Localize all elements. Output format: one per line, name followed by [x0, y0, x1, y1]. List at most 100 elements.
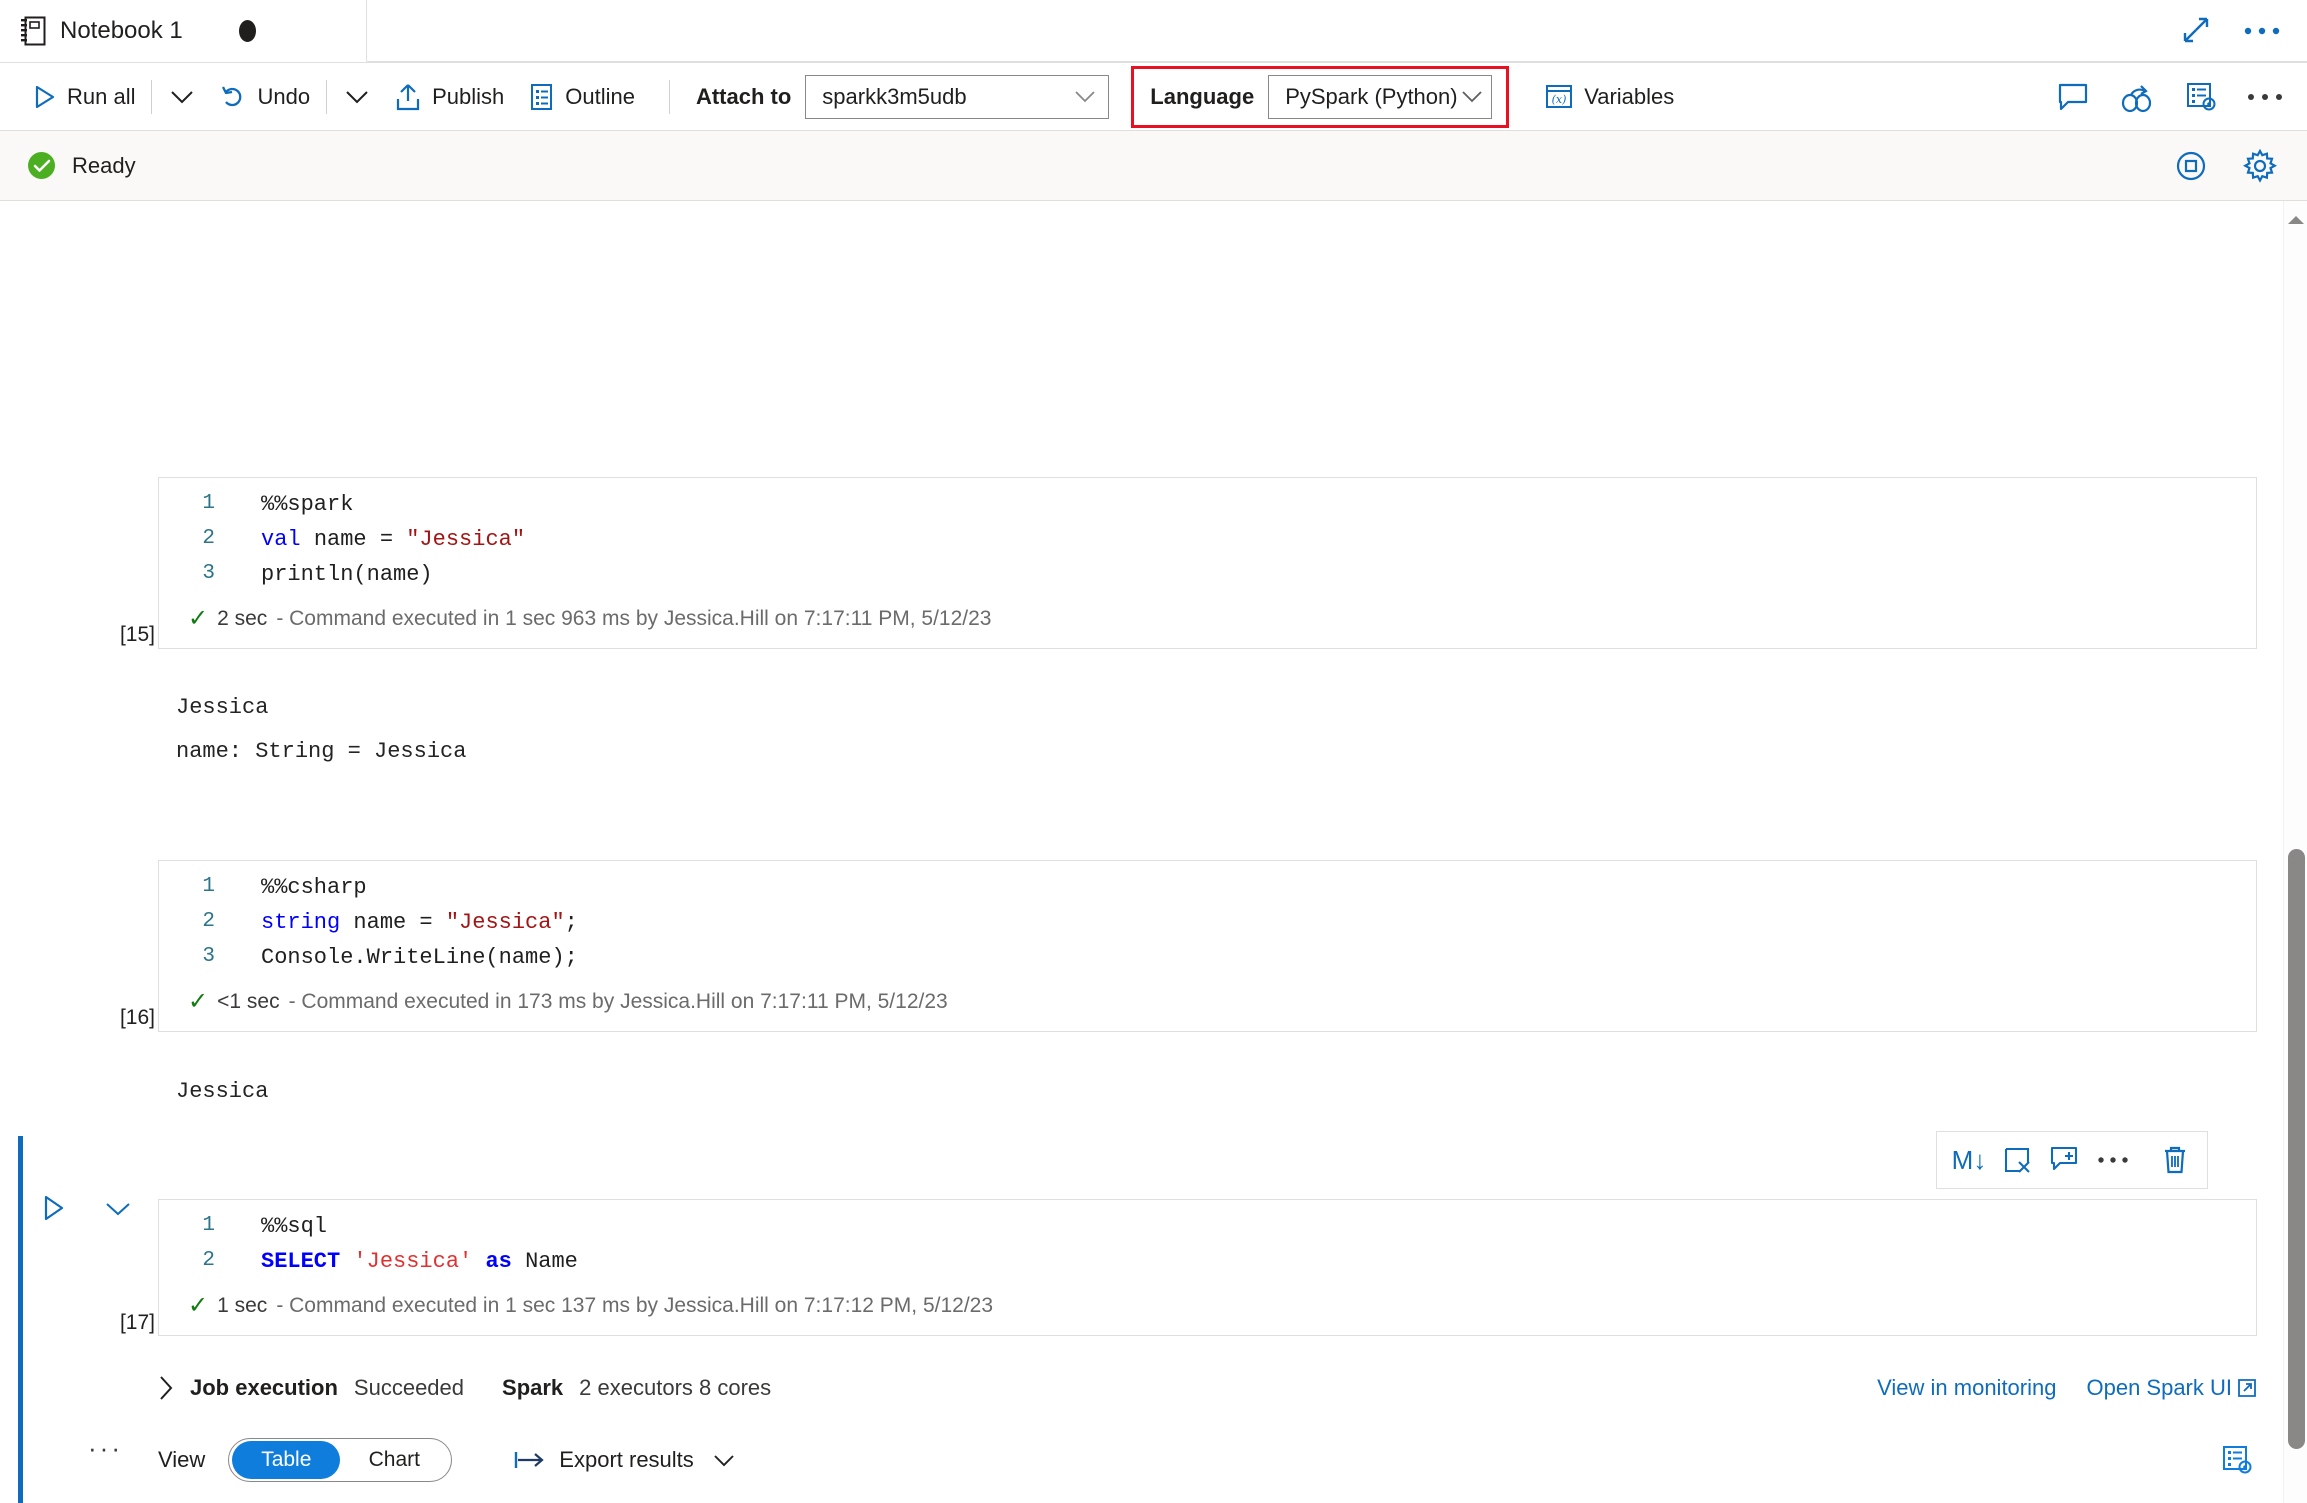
toolbar-divider	[326, 79, 328, 114]
line-number: 1	[202, 875, 215, 898]
attach-to-select[interactable]: sparkk3m5udb	[805, 74, 1110, 119]
more-icon[interactable]	[2243, 25, 2281, 37]
export-results-button[interactable]: Export results	[514, 1447, 735, 1473]
variables-button[interactable]: (x) Variables	[1533, 74, 1686, 120]
publish-button[interactable]: Publish	[383, 74, 516, 120]
monitoring-icon[interactable]	[2119, 81, 2155, 113]
cell-duration: 2 sec	[217, 607, 268, 630]
view-toggle-chart[interactable]: Chart	[340, 1441, 448, 1479]
language-label: Language	[1150, 83, 1255, 109]
cell-output-line: Jessica	[176, 695, 269, 720]
delete-cell-icon[interactable]	[2151, 1136, 2199, 1184]
outline-button[interactable]: Outline	[516, 74, 647, 120]
code-text: %%sql	[261, 1214, 328, 1239]
results-settings-icon[interactable]	[2221, 1445, 2253, 1475]
outline-icon	[528, 83, 554, 111]
cell-status-detail: - Command executed in 1 sec 137 ms by Je…	[276, 1294, 994, 1317]
line-number: 2	[202, 910, 215, 933]
play-icon	[34, 85, 56, 109]
job-execution-summary[interactable]: Job execution Succeeded Spark 2 executor…	[158, 1375, 771, 1401]
code-line: 1 %%csharp	[159, 875, 2256, 910]
tab-title: Notebook 1	[60, 16, 183, 44]
chevron-down-icon	[1461, 90, 1483, 103]
convert-to-markdown-icon[interactable]: M↓	[1945, 1136, 1993, 1184]
chevron-down-icon	[713, 1454, 735, 1467]
view-toggle-table[interactable]: Table	[232, 1441, 341, 1479]
add-comment-icon[interactable]	[2041, 1136, 2089, 1184]
line-number: 1	[202, 492, 215, 515]
expand-icon[interactable]	[2179, 16, 2209, 46]
job-engine-label: Spark	[502, 1375, 564, 1400]
code-text: Console.WriteLine(name);	[261, 945, 578, 970]
code-line: 2 string name = "Jessica";	[159, 910, 2256, 945]
code-text: %%spark	[261, 492, 354, 517]
scrollbar-thumb[interactable]	[2288, 849, 2305, 1449]
language-select[interactable]: PySpark (Python)	[1268, 74, 1493, 119]
success-check-icon: ✓	[188, 1292, 209, 1319]
code-area[interactable]: 1 %%spark 2 val name = "Jessica" 3 print…	[159, 478, 2256, 603]
active-cell-indicator	[18, 1136, 23, 1503]
success-check-icon: ✓	[188, 605, 209, 632]
success-check-icon: ✓	[188, 988, 209, 1015]
stop-session-icon[interactable]	[2175, 150, 2207, 182]
code-line: 3 Console.WriteLine(name);	[159, 945, 2256, 980]
convert-to-markdown-label: M↓	[1951, 1144, 1987, 1175]
more-icon[interactable]	[2247, 92, 2283, 102]
code-line: 1 %%sql	[159, 1214, 2256, 1249]
window-actions	[2179, 0, 2307, 62]
view-label: View	[158, 1447, 206, 1472]
view-toggle[interactable]: Table Chart	[228, 1438, 453, 1482]
variables-label: Variables	[1584, 83, 1675, 109]
job-execution-row: Job execution Succeeded Spark 2 executor…	[158, 1364, 2257, 1412]
tab-notebook-1[interactable]: Notebook 1	[0, 0, 367, 62]
line-number: 3	[202, 945, 215, 968]
export-icon	[514, 1449, 546, 1471]
undo-dropdown[interactable]	[331, 74, 383, 120]
view-in-monitoring-link[interactable]: View in monitoring	[1877, 1375, 2056, 1401]
code-line: 2 SELECT 'Jessica' as Name	[159, 1249, 2256, 1284]
external-link-icon[interactable]	[2237, 1378, 2257, 1398]
svg-text:(x): (x)	[1552, 93, 1567, 106]
code-text: string name = "Jessica";	[261, 910, 578, 935]
code-text: SELECT 'Jessica' as Name	[261, 1249, 578, 1274]
attach-to-label: Attach to	[695, 83, 792, 109]
toolbar-divider	[151, 79, 153, 114]
job-links: View in monitoring Open Spark UI	[1877, 1375, 2257, 1401]
cell-editor[interactable]: 1 %%sql 2 SELECT 'Jessica' as Name ✓ 1 s…	[158, 1199, 2257, 1336]
status-right	[2175, 148, 2307, 183]
clear-output-icon[interactable]	[1993, 1136, 2041, 1184]
gear-icon[interactable]	[2243, 148, 2277, 183]
undo-icon	[220, 84, 246, 110]
attach-to-group: Attach to sparkk3m5udb	[695, 74, 1110, 119]
code-line: 3 println(name)	[159, 562, 2256, 597]
session-status-text: Ready	[72, 152, 136, 178]
language-value: PySpark (Python)	[1285, 83, 1458, 109]
chevron-down-icon	[1074, 90, 1096, 103]
run-all-button[interactable]: Run all	[22, 74, 147, 120]
results-more-icon[interactable]: ···	[88, 1433, 123, 1464]
line-number: 2	[202, 527, 215, 550]
cell-editor[interactable]: 1 %%spark 2 val name = "Jessica" 3 print…	[158, 477, 2257, 649]
cell-action-toolbar: M↓	[1936, 1131, 2208, 1189]
chevron-right-icon[interactable]	[158, 1375, 174, 1401]
line-number: 3	[202, 562, 215, 585]
execution-count: [15]	[119, 623, 155, 646]
more-icon[interactable]	[2089, 1136, 2137, 1184]
cell-collapse-button[interactable]	[105, 1201, 131, 1217]
run-all-dropdown[interactable]	[156, 74, 208, 120]
notebook-icon	[20, 16, 46, 46]
toolbar-right-icons	[2057, 81, 2307, 113]
comments-icon[interactable]	[2057, 82, 2089, 112]
code-area[interactable]: 1 %%csharp 2 string name = "Jessica"; 3 …	[159, 861, 2256, 986]
cell-status-line: ✓ 1 sec - Command executed in 1 sec 137 …	[159, 1290, 2256, 1328]
cell-duration: 1 sec	[217, 1294, 268, 1317]
ready-check-icon	[28, 152, 55, 179]
vertical-scrollbar[interactable]	[2283, 201, 2307, 1503]
code-area[interactable]: 1 %%sql 2 SELECT 'Jessica' as Name	[159, 1200, 2256, 1290]
session-details-icon[interactable]	[2185, 82, 2217, 112]
scroll-up-arrow-icon[interactable]	[2287, 215, 2305, 225]
run-cell-button[interactable]	[42, 1195, 66, 1221]
cell-editor[interactable]: 1 %%csharp 2 string name = "Jessica"; 3 …	[158, 860, 2257, 1032]
undo-button[interactable]: Undo	[208, 74, 322, 120]
open-spark-ui-link[interactable]: Open Spark UI	[2086, 1375, 2232, 1401]
